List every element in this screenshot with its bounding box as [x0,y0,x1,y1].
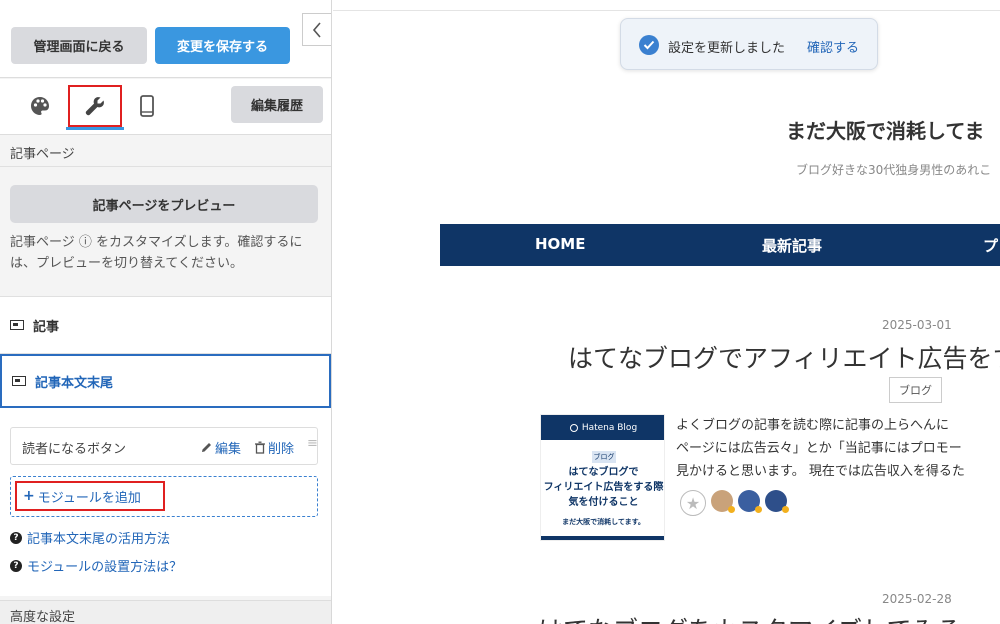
post-title[interactable]: はてなブログでアフィリエイト広告をす [568,339,1000,375]
panel-tabs: 編集履歴 [0,79,331,135]
section-divider [0,166,331,167]
help-link-label: 記事本文末尾の活用方法 [27,532,171,547]
update-toast: 設定を更新しました 確認する [620,18,878,70]
tab-smartphone[interactable] [120,85,174,127]
blog-preview: 設定を更新しました 確認する まだ大阪で消耗してま ブログ好きな30代独身男性の… [333,0,1000,624]
window-icon [12,376,26,386]
thumbnail-category: ブログ [592,451,616,463]
preview-top-border [333,10,1000,11]
add-star-icon[interactable]: ★ [680,490,706,516]
avatar[interactable] [711,490,735,513]
hatena-logo-icon [569,423,578,432]
nav-item-latest[interactable]: 最新記事 [762,235,822,256]
module-delete-link[interactable]: 削除 [254,438,294,457]
avatar[interactable] [738,490,762,513]
collapse-panel-button[interactable] [302,13,331,46]
module-name: 読者になるボタン [22,442,127,457]
nav-item-home[interactable]: HOME [535,235,585,253]
add-module-button[interactable]: + モジュールを追加 [15,481,165,511]
advanced-settings-title: 高度な設定 [10,610,76,624]
toast-message: 設定を更新しました [668,41,786,56]
customize-panel: 管理画面に戻る 変更を保存する 編集履歴 記事ページ 記事ページをプレビュー 記… [0,0,332,624]
app-root: 管理画面に戻る 変更を保存する 編集履歴 記事ページ 記事ページをプレビュー 記… [0,0,1000,624]
thumbnail-footer-bar [541,536,664,540]
post-date: 2025-02-28 [882,592,952,606]
section-item-article[interactable]: 記事 [0,296,331,354]
chevron-left-icon [312,21,321,38]
advanced-settings-section[interactable]: 高度な設定 [0,600,331,624]
post-thumbnail[interactable]: Hatena Blog ブログ はてなブログで フィリエイト広告をする際 気を付… [540,414,665,541]
section-title: 記事ページ [10,147,75,162]
help-link-label: モジュールの設置方法は？ [27,560,183,575]
window-icon [10,320,24,330]
tab-customize[interactable] [68,85,122,127]
module-edit-link[interactable]: 編集 [200,438,241,457]
check-circle-icon [639,35,659,55]
question-icon: ? [10,531,22,544]
post-title[interactable]: はてなブログをカスタマイズしてみる [538,611,962,624]
toast-confirm-link[interactable]: 確認する [807,37,859,56]
thumbnail-brand: Hatena Blog [581,422,638,433]
help-link-footer-usage[interactable]: ? 記事本文末尾の活用方法 [10,528,170,547]
panel-topbar: 管理画面に戻る 変更を保存する [0,0,331,78]
active-tab-indicator [66,127,124,130]
section-item-label: 記事本文末尾 [35,375,114,391]
hatena-star-area: ★ [680,490,789,516]
preview-article-page-button[interactable]: 記事ページをプレビュー [10,185,318,223]
section-item-label: 記事 [33,319,60,335]
edit-history-button[interactable]: 編集履歴 [231,86,323,123]
section-list: 記事 記事本文末尾 読者になるボタン 編集 削除 ≡ + モジュールを追加 ? … [0,296,331,596]
module-card: 読者になるボタン 編集 削除 ≡ [10,427,318,465]
section-item-article-footer[interactable]: 記事本文末尾 [0,354,331,408]
global-nav: HOME 最新記事 プ [440,224,1000,266]
save-changes-button[interactable]: 変更を保存する [155,27,290,64]
module-delete-label: 削除 [268,442,295,457]
trash-icon [255,441,265,454]
question-icon: ? [10,559,22,572]
blog-description: ブログ好きな30代独身男性のあれこ [796,163,992,177]
section-description: 記事ページ ⓘ をカスタマイズします。確認するには、プレビューを切り替えてくださ… [10,235,303,271]
nav-item-more[interactable]: プ [983,235,998,256]
tab-design[interactable] [13,85,67,127]
back-to-admin-button[interactable]: 管理画面に戻る [11,27,147,64]
thumbnail-subtitle: まだ大阪で消耗してます。 [562,518,645,526]
palette-icon [31,97,49,115]
smartphone-icon [140,95,154,117]
plus-icon: + [23,488,35,504]
post-excerpt: よくブログの記事を読む際に記事の上らへんに ページには広告云々」とか「当記事には… [676,418,965,479]
thumbnail-title: はてなブログで フィリエイト広告をする際 気を付けること [543,467,664,508]
pencil-icon [202,443,211,452]
add-module-label: モジュールを追加 [37,490,141,506]
blog-title[interactable]: まだ大阪で消耗してま [786,115,984,144]
drag-handle-icon[interactable]: ≡ [307,436,318,451]
avatar[interactable] [765,490,789,513]
post-date: 2025-03-01 [882,318,952,332]
wrench-icon [85,97,104,116]
add-module-dropzone: + モジュールを追加 [10,476,318,517]
help-link-module-setup[interactable]: ? モジュールの設置方法は？ [10,556,182,575]
module-edit-label: 編集 [215,442,242,457]
post-category-badge[interactable]: ブログ [889,377,942,403]
thumbnail-header: Hatena Blog [541,415,664,440]
